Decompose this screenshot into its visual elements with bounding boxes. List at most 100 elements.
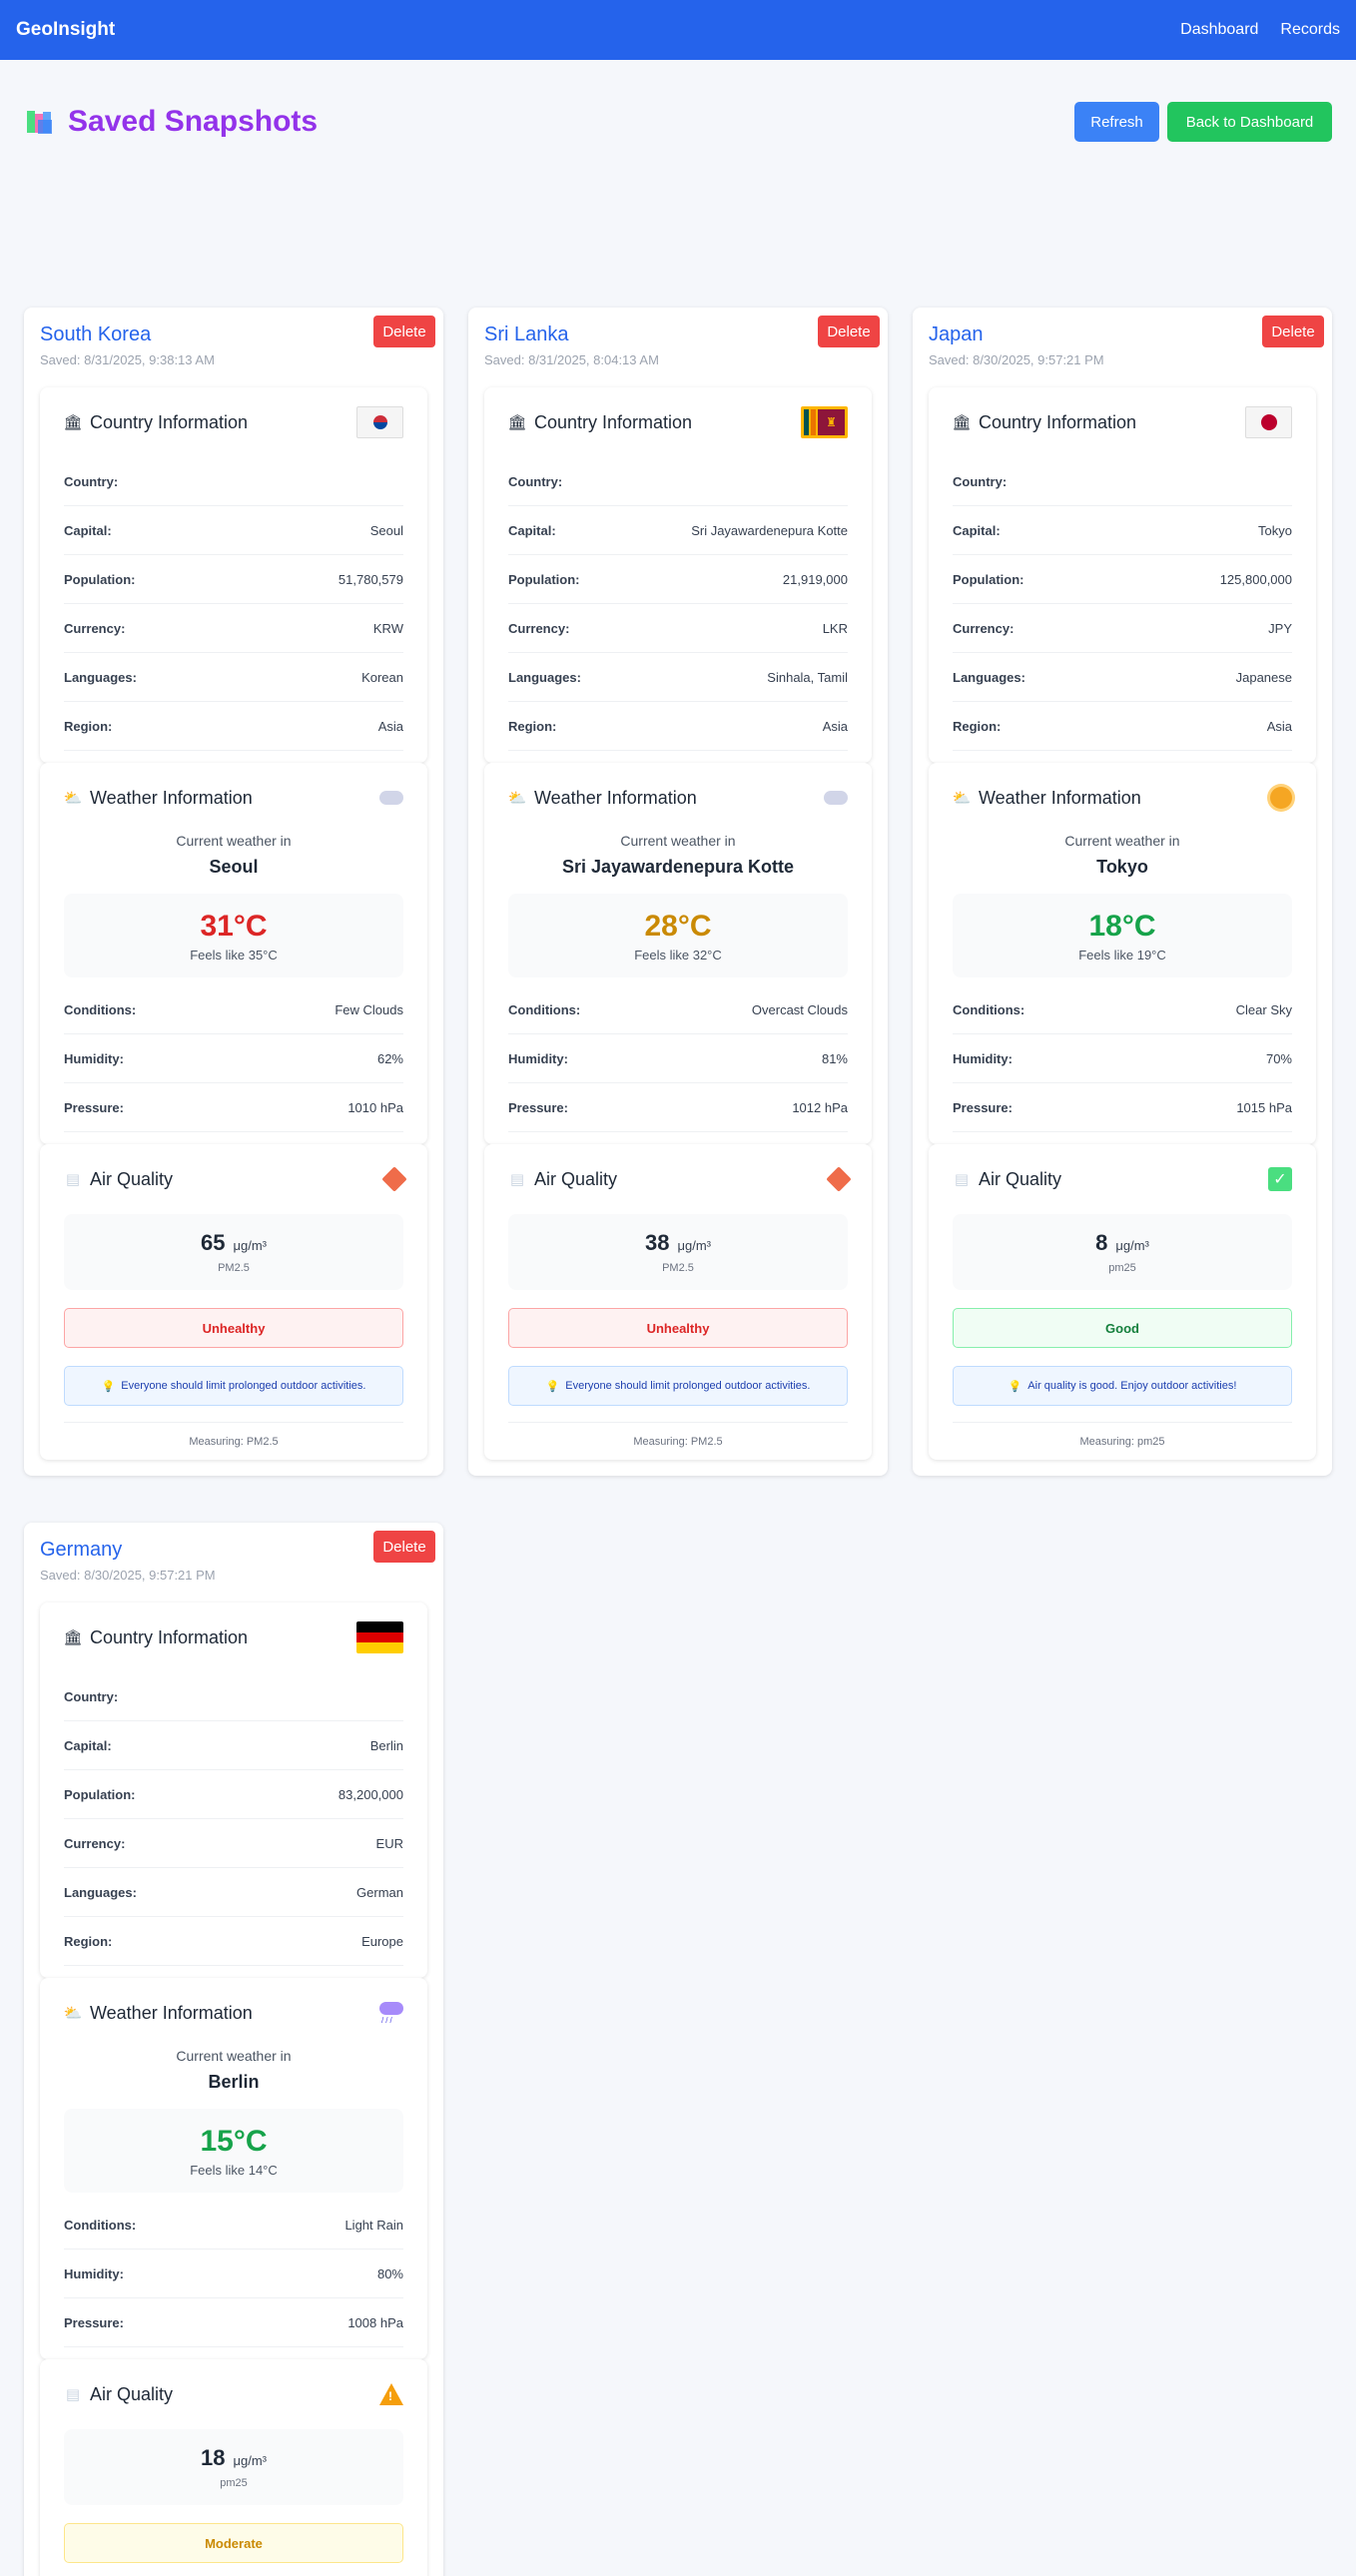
sun-behind-cloud-icon: ⛅ <box>952 790 972 807</box>
delete-button[interactable]: Delete <box>373 1531 435 1563</box>
weather-row-humidity: Humidity: 70% <box>953 1034 1292 1083</box>
aqi-value: 65 <box>201 1230 226 1255</box>
row-label: Pressure: <box>64 2314 124 2330</box>
aqi-pollutant: PM2.5 <box>218 1262 250 1274</box>
temperature: 31°C <box>200 909 268 943</box>
delete-button[interactable]: Delete <box>818 316 880 347</box>
section-title: Weather Information <box>534 787 697 808</box>
row-label: Capital: <box>953 522 1001 538</box>
info-row-region: Region: Asia <box>64 702 403 751</box>
snapshot-card: Japan Saved: 8/30/2025, 9:57:21 PM Delet… <box>913 308 1332 1476</box>
delete-button[interactable]: Delete <box>373 316 435 347</box>
weather-city: Seoul <box>209 857 259 877</box>
card-header: Sri Lanka Saved: 8/31/2025, 8:04:13 AM D… <box>468 308 888 387</box>
row-label: Humidity: <box>64 1050 124 1066</box>
section-title: Air Quality <box>534 1168 618 1189</box>
row-label: Population: <box>64 1786 136 1802</box>
sun-behind-cloud-icon: ⛅ <box>507 790 527 807</box>
row-label: Currency: <box>508 620 570 636</box>
row-label: Country: <box>953 473 1008 489</box>
info-row-country: Country: <box>953 457 1292 506</box>
aqi-unit: μg/m³ <box>677 1238 711 1253</box>
weather-row-humidity: Humidity: 80% <box>64 2250 403 2298</box>
section-title: Country Information <box>534 411 693 432</box>
weather-row-pressure: Pressure: 1010 hPa <box>64 1083 403 1132</box>
row-label: Humidity: <box>64 2265 124 2281</box>
snapshot-country-name[interactable]: Japan <box>929 323 1316 346</box>
row-label: Languages: <box>953 669 1025 685</box>
row-label: Languages: <box>64 1884 137 1900</box>
weather-row-pressure: Pressure: 1008 hPa <box>64 2298 403 2347</box>
snapshot-country-name[interactable]: Sri Lanka <box>484 323 872 346</box>
advice-text: Air quality is good. Enjoy outdoor activ… <box>1027 1380 1237 1392</box>
brand-logo[interactable]: GeoInsight <box>16 19 115 41</box>
germany-flag-icon <box>356 1621 403 1653</box>
aqi-value: 8 <box>1095 1230 1108 1255</box>
info-row-currency: Currency: KRW <box>64 604 403 653</box>
weather-row-conditions: Conditions: Light Rain <box>64 2201 403 2250</box>
row-value: Tokyo <box>1258 522 1292 538</box>
info-row-capital: Capital: Berlin <box>64 1721 403 1770</box>
weather-row-conditions: Conditions: Few Clouds <box>64 985 403 1034</box>
info-row-currency: Currency: JPY <box>953 604 1292 653</box>
nav-dashboard-link[interactable]: Dashboard <box>1180 21 1258 39</box>
weather-section: ⛅ Weather Information Current weather in … <box>40 763 427 1144</box>
nav-links: Dashboard Records <box>1180 21 1340 39</box>
snapshot-country-name[interactable]: Germany <box>40 1539 427 1562</box>
weather-section: ⛅ Weather Information Current weather in … <box>484 763 872 1144</box>
weather-section: ⛅ Weather Information Current weather in … <box>929 763 1316 1144</box>
row-value: 21,919,000 <box>782 571 848 587</box>
info-row-region: Region: Europe <box>64 1917 403 1966</box>
row-value: EUR <box>375 1835 403 1851</box>
row-label: Conditions: <box>64 1001 137 1017</box>
row-label: Conditions: <box>508 1001 581 1017</box>
fog-icon: ▤ <box>509 1171 525 1188</box>
measuring-label: Measuring: PM2.5 <box>64 1422 403 1460</box>
row-value: 1010 hPa <box>347 1099 403 1115</box>
row-value: 51,780,579 <box>338 571 403 587</box>
section-title: Country Information <box>979 411 1137 432</box>
page-title: Saved Snapshots <box>68 105 319 138</box>
aqi-advice: 💡 Air quality is good. Enjoy outdoor acti… <box>953 1366 1292 1406</box>
row-value: JPY <box>1268 620 1292 636</box>
row-label: Country: <box>64 1688 119 1704</box>
refresh-button[interactable]: Refresh <box>1074 102 1159 142</box>
section-title: Weather Information <box>979 787 1141 808</box>
back-to-dashboard-button[interactable]: Back to Dashboard <box>1167 102 1332 142</box>
row-label: Currency: <box>953 620 1015 636</box>
row-label: Population: <box>508 571 580 587</box>
row-label: Conditions: <box>953 1001 1025 1017</box>
row-label: Population: <box>64 571 136 587</box>
temperature: 28°C <box>644 909 712 943</box>
card-header: South Korea Saved: 8/31/2025, 9:38:13 AM… <box>24 308 443 387</box>
card-header: Japan Saved: 8/30/2025, 9:57:21 PM Delet… <box>913 308 1332 387</box>
delete-button[interactable]: Delete <box>1262 316 1324 347</box>
info-row-region: Region: Asia <box>508 702 848 751</box>
weather-city: Tokyo <box>1096 857 1148 877</box>
weather-row-conditions: Conditions: Overcast Clouds <box>508 985 848 1034</box>
section-title: Air Quality <box>979 1168 1062 1189</box>
rain-icon: /// <box>379 2002 403 2025</box>
nav-records-link[interactable]: Records <box>1280 21 1340 39</box>
aqi-box: 18 μg/m³ pm25 <box>64 2429 403 2505</box>
weather-row-humidity: Humidity: 81% <box>508 1034 848 1083</box>
row-label: Pressure: <box>953 1099 1013 1115</box>
info-row-region: Region: Asia <box>953 702 1292 751</box>
air-quality-section: ▤ Air Quality ✓ 8 μg/m³ pm25 Good 💡 Air qua… <box>929 1144 1316 1460</box>
museum-icon: 🏛 <box>63 414 83 431</box>
current-weather-label: Current weather in <box>620 833 736 849</box>
current-weather-label: Current weather in <box>176 2048 292 2064</box>
snapshot-country-name[interactable]: South Korea <box>40 323 427 346</box>
lightbulb-icon: 💡 <box>101 1380 116 1393</box>
row-label: Population: <box>953 571 1024 587</box>
museum-icon: 🏛 <box>63 1629 83 1646</box>
aqi-status-badge: Unhealthy <box>508 1308 848 1348</box>
sun-behind-cloud-icon: ⛅ <box>63 790 83 807</box>
card-header: Germany Saved: 8/30/2025, 9:57:21 PM Del… <box>24 1523 443 1603</box>
section-title: Weather Information <box>90 2002 253 2023</box>
museum-icon: 🏛 <box>507 414 527 431</box>
section-title: Country Information <box>90 1626 249 1647</box>
weather-city: Sri Jayawardenepura Kotte <box>561 857 795 877</box>
row-label: Languages: <box>508 669 581 685</box>
row-value: Few Clouds <box>335 1001 403 1017</box>
